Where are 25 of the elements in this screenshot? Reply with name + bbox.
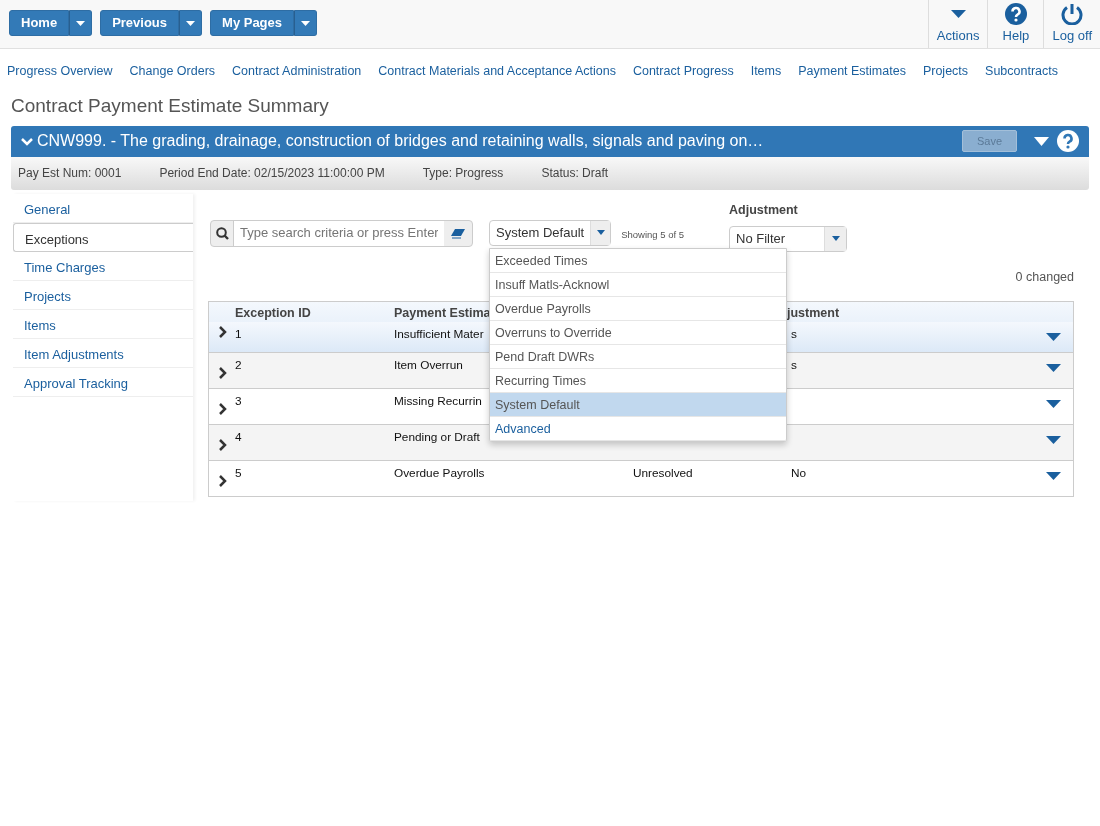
table-cell: Missing Recurrin [394, 394, 482, 409]
table-cell: Insufficient Mater [394, 327, 484, 342]
table-cell-text: No [790, 466, 807, 481]
table-cell-text: s [790, 327, 797, 342]
info-text: Status: Draft [541, 165, 609, 183]
page-title: Contract Payment Estimate Summary [11, 94, 330, 118]
table-cell: Item Overrun [394, 358, 463, 373]
table-cell: 4 [235, 430, 242, 445]
table-cell: Overdue Payrolls [394, 466, 485, 481]
showing-count: Showing 5 of 5 [621, 227, 684, 242]
table-cell-text: Unresolved [632, 466, 693, 481]
table-cell: 5 [235, 466, 242, 481]
select-value: System Default [496, 223, 585, 242]
table-cell-text: s [790, 358, 797, 373]
table-cell: 2 [235, 358, 242, 373]
contract-title: CNW999. - The grading, drainage, construction of bridges and retaining walls, signals and paving on… [37, 131, 765, 152]
info-text: Type: Progress [422, 165, 504, 183]
adjustment-label: Adjustment [729, 201, 799, 219]
table-cell: Pending or Draft [394, 430, 480, 445]
select-value: No Filter [736, 229, 787, 248]
info-text: Pay Est Num: 0001 [18, 165, 122, 183]
changed-count: 0 changed [1015, 268, 1074, 284]
table-cell: 1 [235, 327, 242, 342]
info-text: Period End Date: 02/15/2023 11:00:00 PM [159, 165, 385, 183]
table-cell: 3 [235, 394, 242, 409]
